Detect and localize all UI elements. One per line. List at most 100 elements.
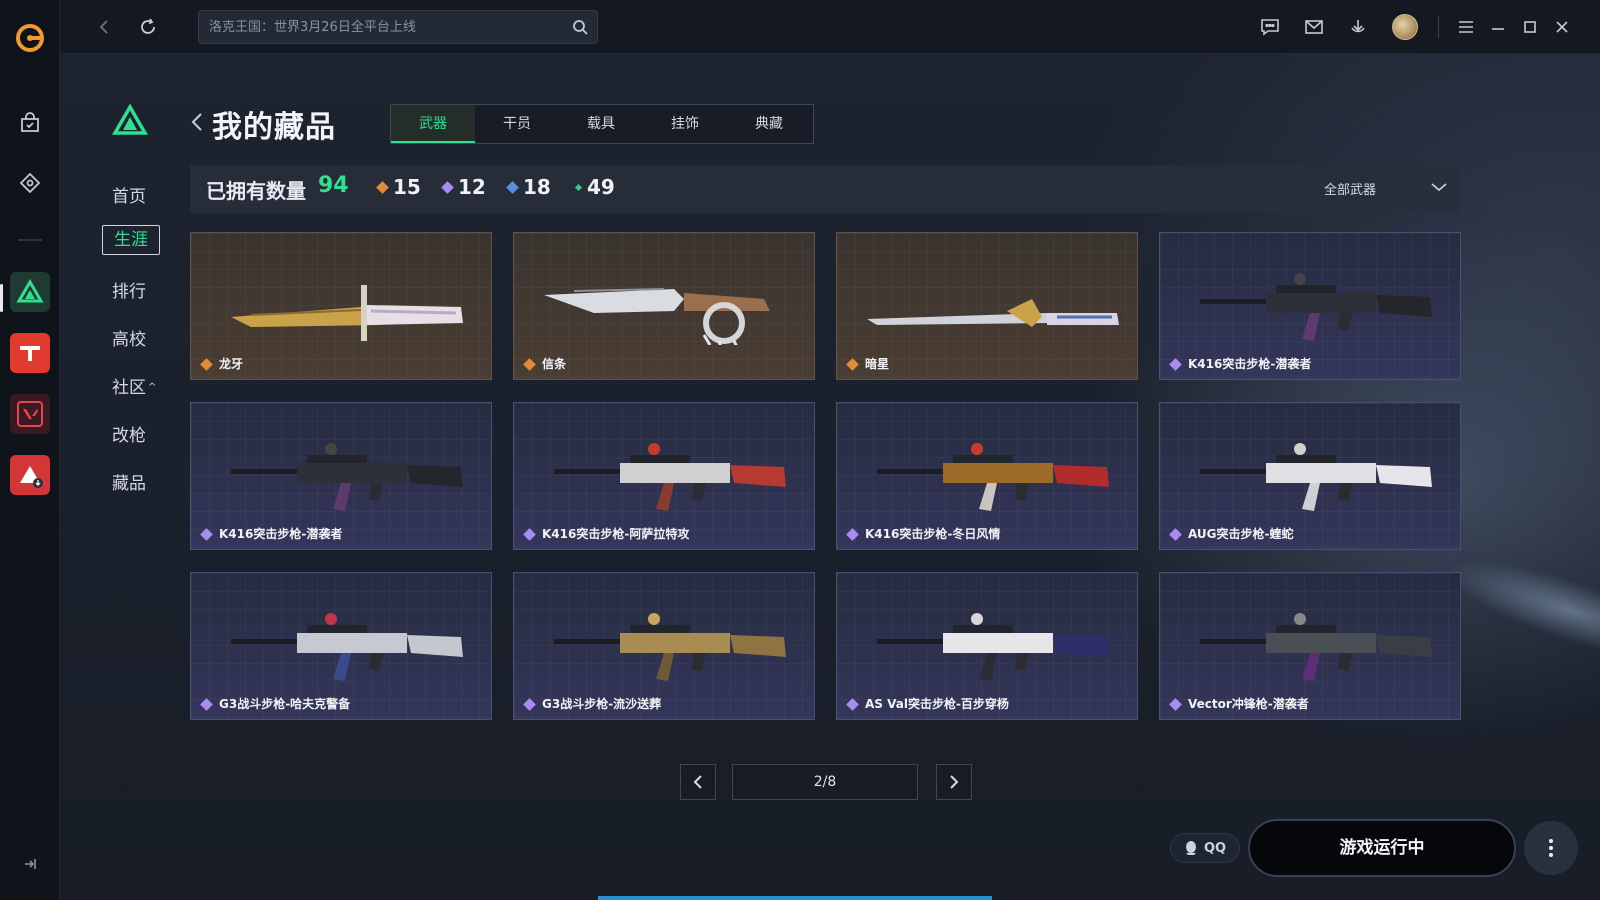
delta-force-game-icon[interactable] (10, 272, 50, 312)
maximize-icon[interactable] (1518, 15, 1542, 39)
purple-diamond-icon (441, 180, 454, 194)
collection-item-card[interactable]: K416突击步枪-冬日风情 (836, 402, 1138, 550)
tab-weapons[interactable]: 武器 (391, 105, 475, 143)
collection-item-card[interactable]: 信条 (513, 232, 815, 380)
page-title: 我的藏品 (212, 110, 336, 145)
close-icon[interactable] (1550, 15, 1574, 39)
knife-icon (867, 299, 1119, 327)
collection-item-card[interactable]: AUG突击步枪-蝰蛇 (1159, 402, 1461, 550)
owned-label: 已拥有数量 (206, 179, 306, 203)
user-avatar[interactable] (1392, 14, 1418, 40)
rifle-icon (554, 613, 786, 681)
item-name: G3战斗步枪-哈夫克警备 (219, 697, 351, 711)
chevron-right-icon (950, 775, 959, 789)
next-page-button[interactable] (936, 764, 972, 800)
crossfire-game-icon[interactable] (10, 333, 50, 373)
collection-grid: 龙牙 信条 暗星 K416突击步枪-潜袭者 K416突击步枪-潜袭者 K416突击步枪-阿… (190, 232, 1464, 724)
subnav-collection[interactable]: 藏品 (112, 469, 160, 494)
qq-label: QQ (1203, 840, 1227, 856)
tab-archive[interactable]: 典藏 (727, 105, 811, 143)
tier-stat-blue: 18 (506, 175, 551, 199)
subnav-home[interactable]: 首页 (112, 182, 160, 207)
knife-icon (544, 288, 770, 345)
collection-item-card[interactable]: G3战斗步枪-哈夫克警备 (190, 572, 492, 720)
menu-icon[interactable] (1454, 15, 1478, 39)
rifle-icon (1200, 273, 1432, 341)
launcher-logo-icon[interactable] (14, 22, 46, 54)
topbar-divider (1438, 16, 1439, 38)
search-box[interactable] (198, 10, 598, 44)
minimize-icon[interactable] (1486, 15, 1510, 39)
owned-count: 94 (318, 173, 349, 198)
item-name: AUG突击步枪-蝰蛇 (1188, 527, 1294, 541)
download-manager-icon[interactable] (1346, 15, 1370, 39)
tier-count: 18 (523, 175, 551, 199)
subnav-career[interactable]: 生涯 (102, 225, 160, 255)
item-name: K416突击步枪-潜袭者 (1188, 357, 1312, 371)
rail-divider (18, 239, 42, 241)
item-name: Vector冲锋枪-潜袭者 (1188, 697, 1309, 711)
page-indicator: 2/8 (732, 764, 918, 800)
chat-icon[interactable] (1258, 15, 1282, 39)
collection-item-card[interactable]: AS Val突击步枪-百步穿杨 (836, 572, 1138, 720)
delta-force-logo-icon (111, 103, 149, 136)
qq-account-button[interactable]: QQ (1170, 833, 1240, 863)
refresh-icon[interactable] (135, 14, 161, 40)
tier-stat-gold: 15 (376, 175, 421, 199)
game-download-icon[interactable] (10, 455, 50, 495)
mail-icon[interactable] (1302, 15, 1326, 39)
weapon-filter-dropdown[interactable]: 全部武器 (1324, 179, 1376, 198)
prev-page-button[interactable] (680, 764, 716, 800)
left-rail (0, 0, 60, 900)
store-bag-icon[interactable] (10, 103, 50, 143)
rifle-icon (554, 443, 786, 511)
expand-rail-icon[interactable] (18, 852, 42, 876)
tab-vehicles[interactable]: 载具 (559, 105, 643, 143)
top-bar (60, 0, 1600, 54)
blue-diamond-icon (506, 180, 519, 194)
collection-item-card[interactable]: 暗星 (836, 232, 1138, 380)
more-options-button[interactable] (1524, 821, 1578, 875)
game-running-button[interactable]: 游戏运行中 (1248, 819, 1516, 877)
item-name: 暗星 (865, 357, 890, 371)
valorant-game-icon[interactable] (10, 394, 50, 434)
subnav-ranking[interactable]: 排行 (112, 277, 160, 302)
page-back-icon[interactable] (190, 112, 204, 136)
caret-up-icon: ^ (148, 382, 157, 393)
item-name: K416突击步枪-阿萨拉特攻 (542, 527, 690, 541)
subnav-community-label: 社区 (112, 378, 146, 398)
collection-item-card[interactable]: K416突击步枪-阿萨拉特攻 (513, 402, 815, 550)
item-name: 信条 (542, 357, 567, 371)
collection-tabs: 武器 干员 载具 挂饰 典藏 (390, 104, 814, 144)
collection-item-card[interactable]: K416突击步枪-潜袭者 (1159, 232, 1461, 380)
item-name: 龙牙 (219, 357, 244, 371)
tier-stat-green: 49 (574, 175, 615, 199)
item-name: AS Val突击步枪-百步穿杨 (865, 697, 1009, 711)
rifle-icon (877, 613, 1109, 681)
subnav-community[interactable]: 社区 ^ (112, 373, 172, 398)
search-input[interactable] (209, 11, 559, 43)
tab-charms[interactable]: 挂饰 (643, 105, 727, 143)
back-icon[interactable] (92, 14, 118, 40)
smg-icon (1200, 613, 1432, 681)
subnav-college[interactable]: 高校 (112, 325, 160, 350)
rifle-icon (1200, 443, 1432, 511)
collection-item-card[interactable]: 龙牙 (190, 232, 492, 380)
collection-item-card[interactable]: Vector冲锋枪-潜袭者 (1159, 572, 1461, 720)
green-diamond-icon (574, 183, 583, 191)
bottom-progress-strip (598, 896, 992, 900)
search-icon[interactable] (571, 18, 589, 40)
tab-operators[interactable]: 干员 (475, 105, 559, 143)
collection-item-card[interactable]: K416突击步枪-潜袭者 (190, 402, 492, 550)
rifle-icon (231, 613, 463, 681)
chevron-down-icon[interactable] (1430, 179, 1448, 198)
rifle-icon (877, 443, 1109, 511)
item-name: K416突击步枪-潜袭者 (219, 527, 343, 541)
rifle-icon (231, 443, 463, 511)
subnav-gunsmith[interactable]: 改枪 (112, 421, 160, 446)
collection-item-card[interactable]: G3战斗步枪-流沙送葬 (513, 572, 815, 720)
tier-count: 12 (458, 175, 486, 199)
item-name: K416突击步枪-冬日风情 (865, 527, 1001, 541)
tier-count: 15 (393, 175, 421, 199)
tag-icon[interactable] (10, 163, 50, 203)
